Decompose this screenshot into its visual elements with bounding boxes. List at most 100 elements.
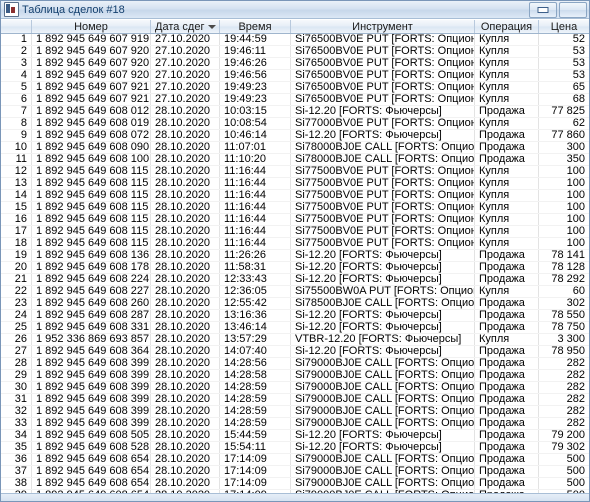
cell-time: 17:14:09 [219, 453, 291, 466]
table-row[interactable]: 291 892 945 649 608 399 44028.10.202014:… [1, 369, 589, 382]
table-row[interactable]: 361 892 945 649 608 654 50028.10.202017:… [1, 453, 589, 466]
cell-date: 27.10.2020 [150, 45, 220, 58]
cell-op: Купля [474, 81, 539, 94]
cell-price: 77 860 [538, 129, 589, 142]
cell-time: 15:44:59 [219, 429, 291, 442]
column-header-date[interactable]: Дата сдег [150, 20, 220, 34]
cell-idx: 12 [1, 165, 32, 178]
table-row[interactable]: 301 892 945 649 608 399 51228.10.202014:… [1, 381, 589, 394]
cell-price: 282 [538, 417, 589, 430]
cell-idx: 15 [1, 201, 32, 214]
table-row[interactable]: 191 892 945 649 608 136 01728.10.202011:… [1, 249, 589, 262]
restore-button[interactable] [529, 2, 557, 18]
table-row[interactable]: 311 892 945 649 608 399 51328.10.202014:… [1, 393, 589, 406]
cell-instr: Si77500BV0E PUT [FORTS: Опционы] [290, 165, 475, 178]
cell-num: 1 892 945 649 608 331 330 [31, 321, 151, 334]
table-row[interactable]: 231 892 945 649 608 260 29328.10.202012:… [1, 297, 589, 310]
cell-idx: 28 [1, 357, 32, 370]
table-row[interactable]: 121 892 945 649 608 115 82428.10.202011:… [1, 165, 589, 178]
table-row[interactable]: 261 952 336 869 693 857 99628.10.202013:… [1, 333, 589, 346]
table-row[interactable]: 161 892 945 649 608 115 83428.10.202011:… [1, 213, 589, 226]
table-row[interactable]: 271 892 945 649 608 364 50428.10.202014:… [1, 345, 589, 358]
cell-date: 28.10.2020 [150, 477, 220, 490]
cell-op: Купля [474, 69, 539, 82]
table-row[interactable]: 101 892 945 649 608 090 47528.10.202011:… [1, 141, 589, 154]
cell-price: 100 [538, 189, 589, 202]
table-row[interactable]: 11 892 945 649 607 919 71427.10.202019:4… [1, 33, 589, 46]
title-bar[interactable]: Таблица сделок #18 [1, 1, 589, 19]
table-row[interactable]: 251 892 945 649 608 331 33028.10.202013:… [1, 321, 589, 334]
cell-price: 62 [538, 117, 589, 130]
table-row[interactable]: 111 892 945 649 608 100 77828.10.202011:… [1, 153, 589, 166]
cell-instr: Si-12.20 [FORTS: Фьючерсы] [290, 105, 475, 118]
table-row[interactable]: 351 892 945 649 608 528 59528.10.202015:… [1, 441, 589, 454]
table-row[interactable]: 331 892 945 649 608 399 52328.10.202014:… [1, 417, 589, 430]
table-row[interactable]: 41 892 945 649 607 920 38627.10.202019:4… [1, 69, 589, 82]
cell-date: 28.10.2020 [150, 201, 220, 214]
cell-date: 28.10.2020 [150, 309, 220, 322]
table-row[interactable]: 131 892 945 649 608 115 82728.10.202011:… [1, 177, 589, 190]
table-row[interactable]: 321 892 945 649 608 399 51728.10.202014:… [1, 405, 589, 418]
table-row[interactable]: 241 892 945 649 608 287 67328.10.202013:… [1, 309, 589, 322]
cell-time: 19:46:56 [219, 69, 291, 82]
column-header-label: Цена [550, 20, 578, 33]
table-row[interactable]: 61 892 945 649 607 921 35327.10.202019:4… [1, 93, 589, 106]
cell-date: 28.10.2020 [150, 405, 220, 418]
cell-idx: 16 [1, 213, 32, 226]
cell-instr: Si77500BV0E PUT [FORTS: Опционы] [290, 225, 475, 238]
table-row[interactable]: 81 892 945 649 608 019 98728.10.202010:0… [1, 117, 589, 130]
cell-instr: Si78000BJ0E CALL [FORTS: Опционы] [290, 141, 475, 154]
table-row[interactable]: 181 892 945 649 608 115 84228.10.202011:… [1, 237, 589, 250]
cell-idx: 22 [1, 285, 32, 298]
cell-num: 1 892 945 649 608 072 401 [31, 129, 151, 142]
table-row[interactable]: 141 892 945 649 608 115 83228.10.202011:… [1, 189, 589, 202]
cell-date: 27.10.2020 [150, 33, 220, 46]
cell-time: 12:55:42 [219, 297, 291, 310]
cell-num: 1 892 945 649 608 012 615 [31, 105, 151, 118]
table-row[interactable]: 341 892 945 649 608 505 71628.10.202015:… [1, 429, 589, 442]
cell-price: 53 [538, 57, 589, 70]
cell-num: 1 892 945 649 607 920 120 [31, 45, 151, 58]
table-row[interactable]: 171 892 945 649 608 115 83528.10.202011:… [1, 225, 589, 238]
table-row[interactable]: 71 892 945 649 608 012 61528.10.202010:0… [1, 105, 589, 118]
cell-instr: Si76500BV0E PUT [FORTS: Опционы] [290, 57, 475, 70]
cell-date: 28.10.2020 [150, 129, 220, 142]
table-row[interactable]: 31 892 945 649 607 920 23527.10.202019:4… [1, 57, 589, 70]
table-row[interactable]: 371 892 945 649 608 654 50128.10.202017:… [1, 465, 589, 478]
table-row[interactable]: 221 892 945 649 608 227 27628.10.202012:… [1, 285, 589, 298]
cell-num: 1 892 945 649 608 528 595 [31, 441, 151, 454]
column-header-instr[interactable]: Инструмент [290, 20, 475, 34]
trades-table-scroll-area[interactable]: Номер Дата сдег Время Инструмент Операция Цен… [1, 19, 589, 493]
column-header-num[interactable]: Номер [31, 20, 151, 34]
cell-price: 282 [538, 357, 589, 370]
table-row[interactable]: 281 892 945 649 608 399 40928.10.202014:… [1, 357, 589, 370]
cell-idx: 30 [1, 381, 32, 394]
cell-idx: 4 [1, 69, 32, 82]
cell-op: Купля [474, 93, 539, 106]
table-row[interactable]: 21 892 945 649 607 920 12027.10.202019:4… [1, 45, 589, 58]
cell-op: Купля [474, 33, 539, 46]
table-row[interactable]: 381 892 945 649 608 654 50228.10.202017:… [1, 477, 589, 490]
column-header-time[interactable]: Время [219, 20, 291, 34]
table-row[interactable]: 201 892 945 649 608 178 28728.10.202011:… [1, 261, 589, 274]
cell-instr: Si-12.20 [FORTS: Фьючерсы] [290, 321, 475, 334]
table-row[interactable]: 51 892 945 649 607 921 35227.10.202019:4… [1, 81, 589, 94]
maximize-button[interactable] [559, 2, 587, 18]
column-header-op[interactable]: Операция [474, 20, 539, 34]
cell-op: Купля [474, 57, 539, 70]
cell-instr: Si-12.20 [FORTS: Фьючерсы] [290, 129, 475, 142]
table-row[interactable]: 211 892 945 649 608 224 26628.10.202012:… [1, 273, 589, 286]
cell-time: 12:36:05 [219, 285, 291, 298]
cell-date: 27.10.2020 [150, 93, 220, 106]
table-row[interactable]: 151 892 945 649 608 115 83328.10.202011:… [1, 201, 589, 214]
table-row[interactable]: 391 892 945 649 608 654 50328.10.202017:… [1, 489, 589, 493]
table-row[interactable]: 91 892 945 649 608 072 40128.10.202010:4… [1, 129, 589, 142]
column-header-price[interactable]: Цена [538, 20, 589, 34]
cell-time: 17:14:09 [219, 489, 291, 493]
cell-date: 28.10.2020 [150, 393, 220, 406]
column-header-idx[interactable] [1, 20, 32, 34]
cell-num: 1 892 945 649 607 921 352 [31, 81, 151, 94]
cell-price: 282 [538, 369, 589, 382]
cell-op: Продажа [474, 489, 539, 493]
cell-instr: Si79000BJ0E CALL [FORTS: Опционы] [290, 405, 475, 418]
